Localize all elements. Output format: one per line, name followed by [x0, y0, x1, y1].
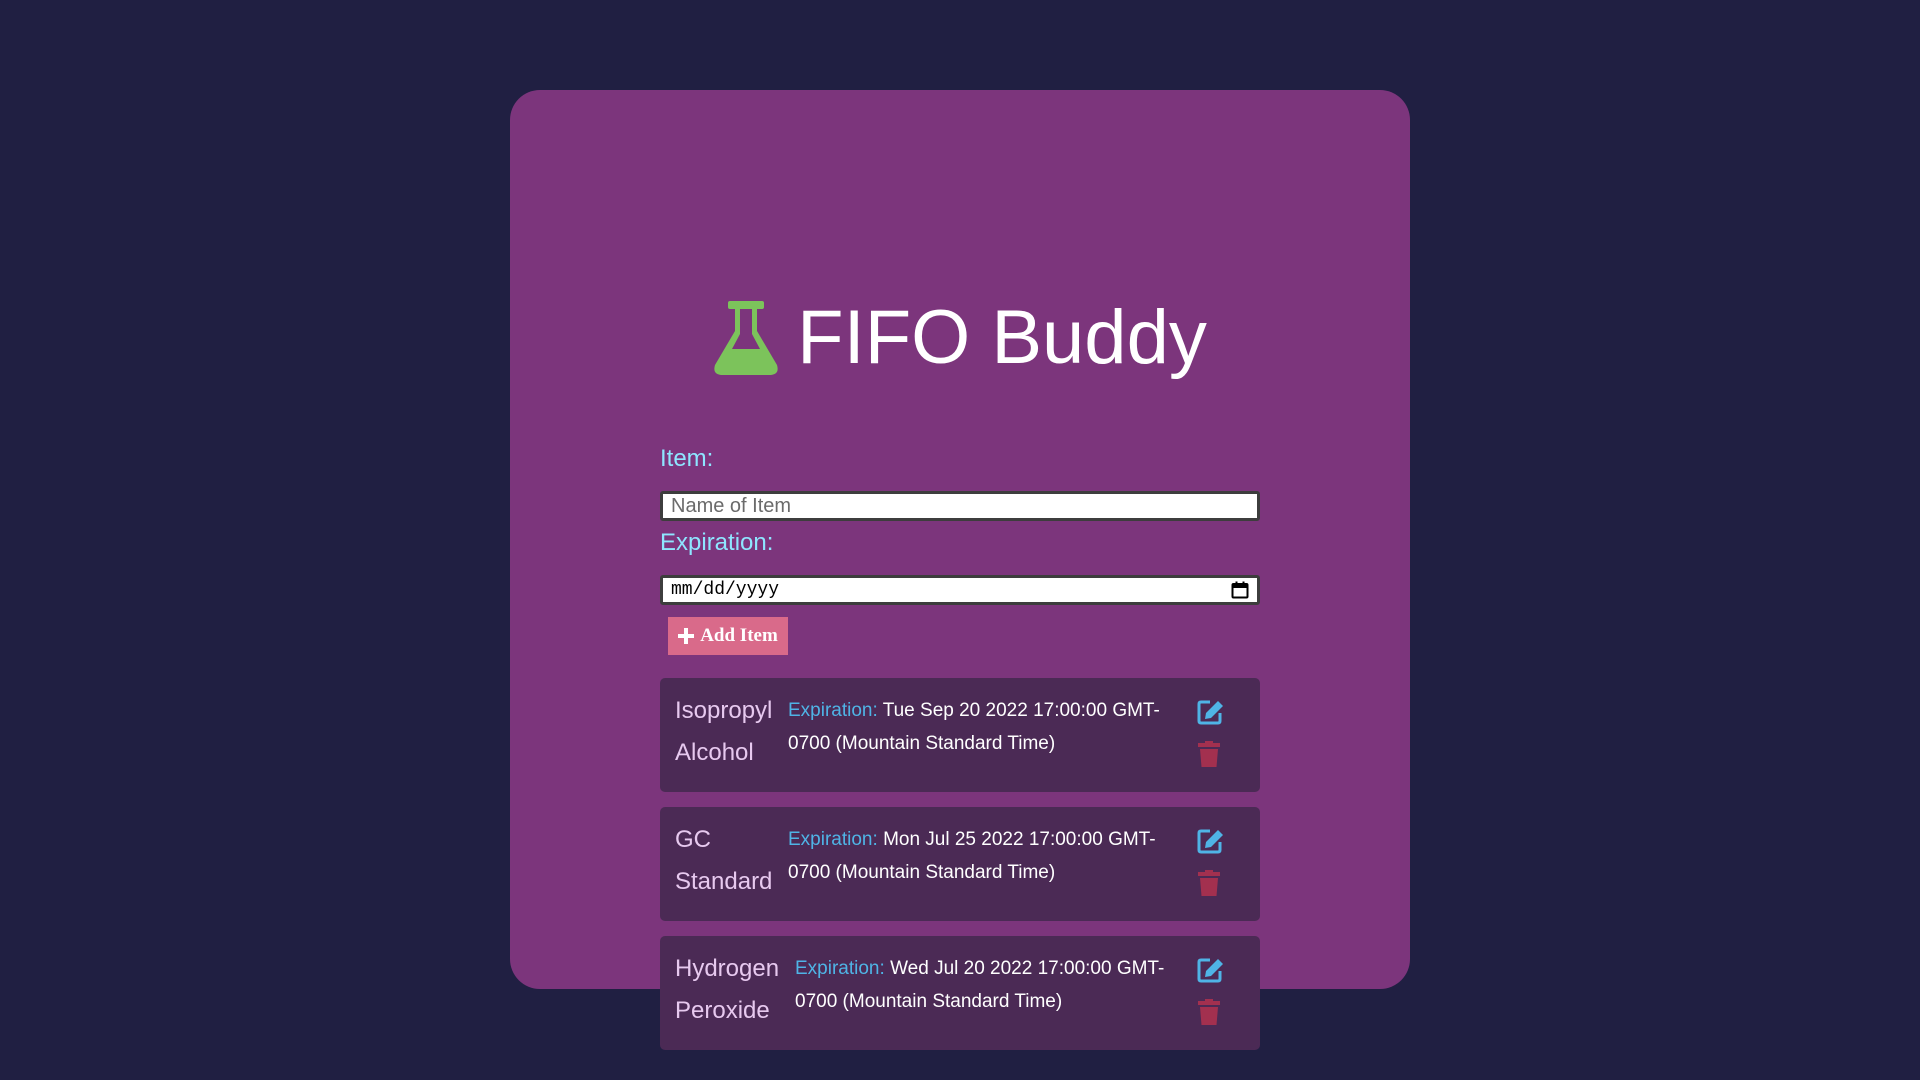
expiration-caption: Expiration: — [795, 958, 885, 979]
expiration-label: Expiration: — [660, 529, 774, 556]
app-header: FIFO Buddy — [510, 300, 1410, 376]
add-item-button[interactable]: Add Item — [668, 617, 788, 655]
trash-icon[interactable] — [1198, 999, 1220, 1025]
item-name: Isopropyl Alcohol — [675, 697, 773, 766]
edit-icon[interactable] — [1197, 699, 1225, 725]
item-expiration: Expiration: Tue Sep 20 2022 17:00:00 GMT… — [788, 694, 1188, 760]
add-item-label: Add Item — [700, 625, 778, 646]
item-name: Hydrogen Peroxide — [675, 955, 780, 1024]
list-item: Hydrogen Peroxide Expiration: Wed Jul 20… — [660, 936, 1260, 1050]
edit-icon[interactable] — [1197, 957, 1225, 983]
expiration-date-input[interactable]: mm/dd/yyyy — [660, 575, 1260, 605]
item-expiration: Expiration: Wed Jul 20 2022 17:00:00 GMT… — [795, 952, 1195, 1018]
trash-icon[interactable] — [1198, 741, 1220, 767]
list-item: GC Standard Expiration: Mon Jul 25 2022 … — [660, 807, 1260, 921]
edit-icon[interactable] — [1197, 828, 1225, 854]
item-name: GC Standard — [675, 826, 773, 895]
plus-icon — [678, 628, 695, 644]
trash-icon[interactable] — [1198, 870, 1220, 896]
main-card: FIFO Buddy Item: Expiration: mm/dd/yyyy … — [510, 90, 1410, 1050]
expiration-caption: Expiration: — [788, 700, 878, 721]
calendar-icon[interactable] — [1231, 581, 1249, 599]
item-expiration: Expiration: Mon Jul 25 2022 17:00:00 GMT… — [788, 823, 1188, 889]
expiration-caption: Expiration: — [788, 829, 878, 850]
app-title: FIFO Buddy — [797, 295, 1207, 380]
item-name-input[interactable] — [660, 491, 1260, 521]
flask-icon — [714, 301, 778, 375]
date-placeholder: mm/dd/yyyy — [671, 580, 780, 600]
list-item: Isopropyl Alcohol Expiration: Tue Sep 20… — [660, 678, 1260, 792]
item-label: Item: — [660, 445, 714, 472]
